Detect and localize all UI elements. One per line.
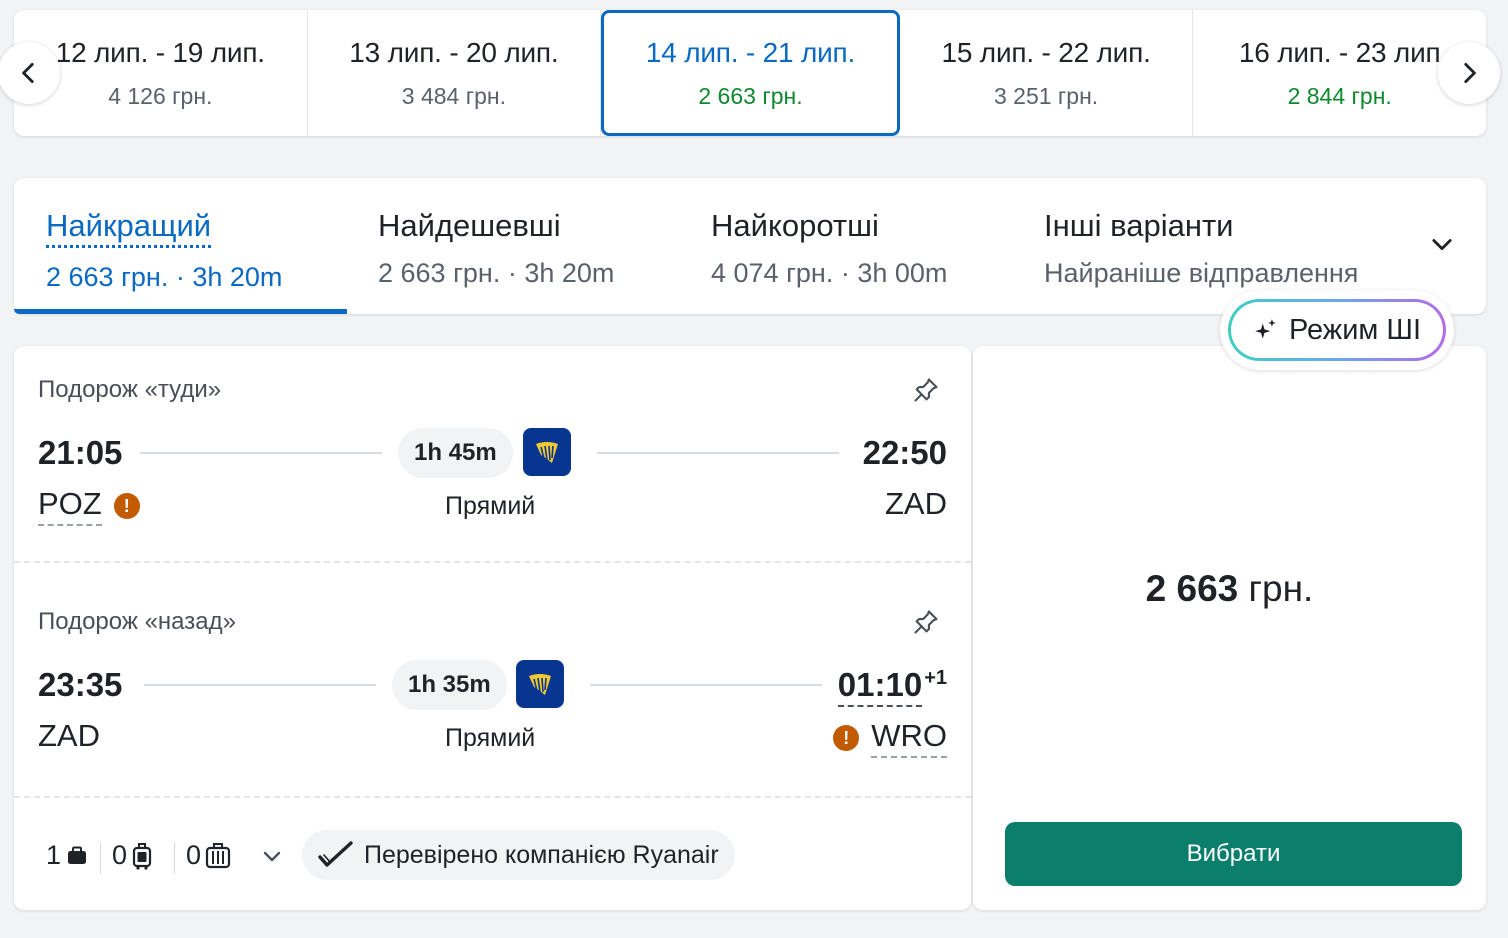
- price-currency: грн.: [1238, 568, 1314, 609]
- date-range: 12 лип. - 19 лип.: [55, 36, 265, 68]
- chevron-down-icon[interactable]: [260, 844, 284, 868]
- tab-fastest[interactable]: Найкоротші 4 074 грн. · 3h 00m: [711, 178, 947, 314]
- tab-summary: Найраніше відправлення: [1044, 258, 1359, 288]
- carry-on-bag-icon: [132, 842, 152, 870]
- warning-icon[interactable]: !: [833, 725, 860, 751]
- route-line: [590, 684, 822, 686]
- tab-label: Найдешевші: [378, 208, 561, 243]
- route-line: [140, 452, 382, 454]
- date-range: 16 лип. - 23 лип: [1238, 36, 1441, 68]
- stops-label: Прямий: [445, 492, 536, 520]
- date-price: 3 484 грн.: [401, 82, 506, 109]
- bag-count: 0: [186, 840, 202, 870]
- date-range: 15 лип. - 22 лип.: [941, 36, 1151, 68]
- date-range: 14 лип. - 21 лип.: [645, 36, 856, 68]
- separator: [100, 842, 101, 874]
- arrival-time-value: 01:10: [837, 666, 923, 707]
- verified-text: Перевірено компанією Ryanair: [364, 840, 719, 869]
- checked-bag-count: 0: [186, 840, 231, 871]
- date-next-button[interactable]: [1438, 42, 1500, 104]
- destination-airport: ZAD: [885, 486, 947, 522]
- date-price: 4 126 грн.: [108, 82, 213, 109]
- flight-duration: 1h 45m: [398, 428, 513, 478]
- chevron-down-icon[interactable]: [1428, 230, 1456, 258]
- total-price: 2 663 грн.: [973, 568, 1486, 610]
- route-line: [144, 684, 376, 686]
- checked-bag-icon: [205, 842, 231, 868]
- tab-label: Найкоротші: [711, 208, 879, 243]
- tab-label: Найкращий: [46, 208, 212, 248]
- date-option-3[interactable]: 15 лип. - 22 лип. 3 251 грн.: [900, 10, 1194, 136]
- departure-time: 23:35: [38, 666, 123, 703]
- leg-title: Подорож «туди»: [38, 376, 222, 403]
- bag-count: 1: [46, 840, 62, 870]
- departure-time: 21:05: [38, 434, 123, 471]
- itinerary-card[interactable]: Подорож «туди» 21:05 1h 45m 22:50 POZ ! …: [14, 346, 971, 910]
- flight-duration: 1h 35m: [392, 660, 507, 710]
- personal-item-count: 1: [46, 840, 89, 871]
- date-option-2-selected[interactable]: 14 лип. - 21 лип. 2 663 грн.: [601, 10, 900, 136]
- tab-best[interactable]: Найкращий 2 663 грн. · 3h 20m: [46, 178, 282, 314]
- date-price: 3 251 грн.: [993, 82, 1099, 109]
- origin-airport[interactable]: POZ !: [38, 486, 140, 526]
- airport-code: ZAD: [38, 718, 100, 753]
- date-range: 13 лип. - 20 лип.: [349, 36, 559, 68]
- date-price: 2 663 грн.: [698, 82, 803, 109]
- route-line: [597, 452, 839, 454]
- personal-bag-icon: [68, 846, 87, 864]
- ryanair-harp-icon: [523, 428, 571, 476]
- leg-divider: [14, 561, 971, 563]
- airport-code: POZ: [38, 486, 102, 526]
- tab-cheapest[interactable]: Найдешевші 2 663 грн. · 3h 20m: [378, 178, 614, 314]
- chevron-left-icon: [22, 62, 34, 84]
- active-tab-indicator: [14, 309, 347, 314]
- day-offset: +1: [924, 667, 947, 689]
- chevron-right-icon: [1464, 62, 1476, 84]
- price-amount: 2 663: [1145, 568, 1239, 609]
- tab-summary: 2 663 грн. · 3h 20m: [378, 258, 615, 288]
- return-leg: Подорож «назад» 23:35 1h 35m 01:10 +1 ZAD…: [14, 578, 971, 794]
- stops-label: Прямий: [445, 724, 536, 752]
- separator: [174, 842, 175, 874]
- pin-icon[interactable]: [912, 608, 940, 636]
- ai-mode-container: Режим ШІ: [1220, 290, 1454, 370]
- date-prev-button[interactable]: [0, 42, 60, 104]
- bag-count: 0: [112, 840, 128, 870]
- date-price: 2 844 грн.: [1287, 82, 1392, 109]
- arrival-time: 01:10 +1: [837, 666, 947, 707]
- tab-summary: 2 663 грн. · 3h 20m: [46, 262, 283, 292]
- tab-summary: 4 074 грн. · 3h 00m: [711, 258, 948, 288]
- tab-label: Інші варіанти: [1044, 208, 1234, 243]
- leg-title: Подорож «назад»: [38, 608, 236, 635]
- ai-mode-label: Режим ШІ: [1288, 313, 1422, 346]
- price-card: 2 663 грн. Вибрати: [973, 346, 1486, 910]
- ai-mode-button[interactable]: Режим ШІ: [1228, 299, 1446, 361]
- warning-icon[interactable]: !: [113, 493, 140, 519]
- date-option-1[interactable]: 13 лип. - 20 лип. 3 484 грн.: [308, 10, 602, 136]
- outbound-leg: Подорож «туди» 21:05 1h 45m 22:50 POZ ! …: [14, 346, 971, 562]
- carry-on-count: 0: [112, 840, 153, 871]
- airport-code: ZAD: [885, 486, 947, 521]
- pin-icon[interactable]: [912, 376, 940, 404]
- verified-badge[interactable]: Перевірено компанією Ryanair: [302, 830, 735, 880]
- origin-airport: ZAD: [38, 718, 100, 754]
- ryanair-harp-icon: [516, 660, 564, 708]
- date-strip: 12 лип. - 19 лип. 4 126 грн. 13 лип. - 2…: [14, 10, 1486, 136]
- destination-airport[interactable]: ! WRO: [833, 718, 947, 758]
- checkmark-icon: [318, 841, 353, 867]
- airport-code: WRO: [871, 718, 947, 758]
- select-button[interactable]: Вибрати: [1005, 822, 1462, 886]
- itinerary-footer: 1 0 0 Перевірено компанією Ryanair: [14, 796, 971, 910]
- arrival-time: 22:50: [862, 434, 947, 471]
- sparkle-icon: [1255, 319, 1276, 339]
